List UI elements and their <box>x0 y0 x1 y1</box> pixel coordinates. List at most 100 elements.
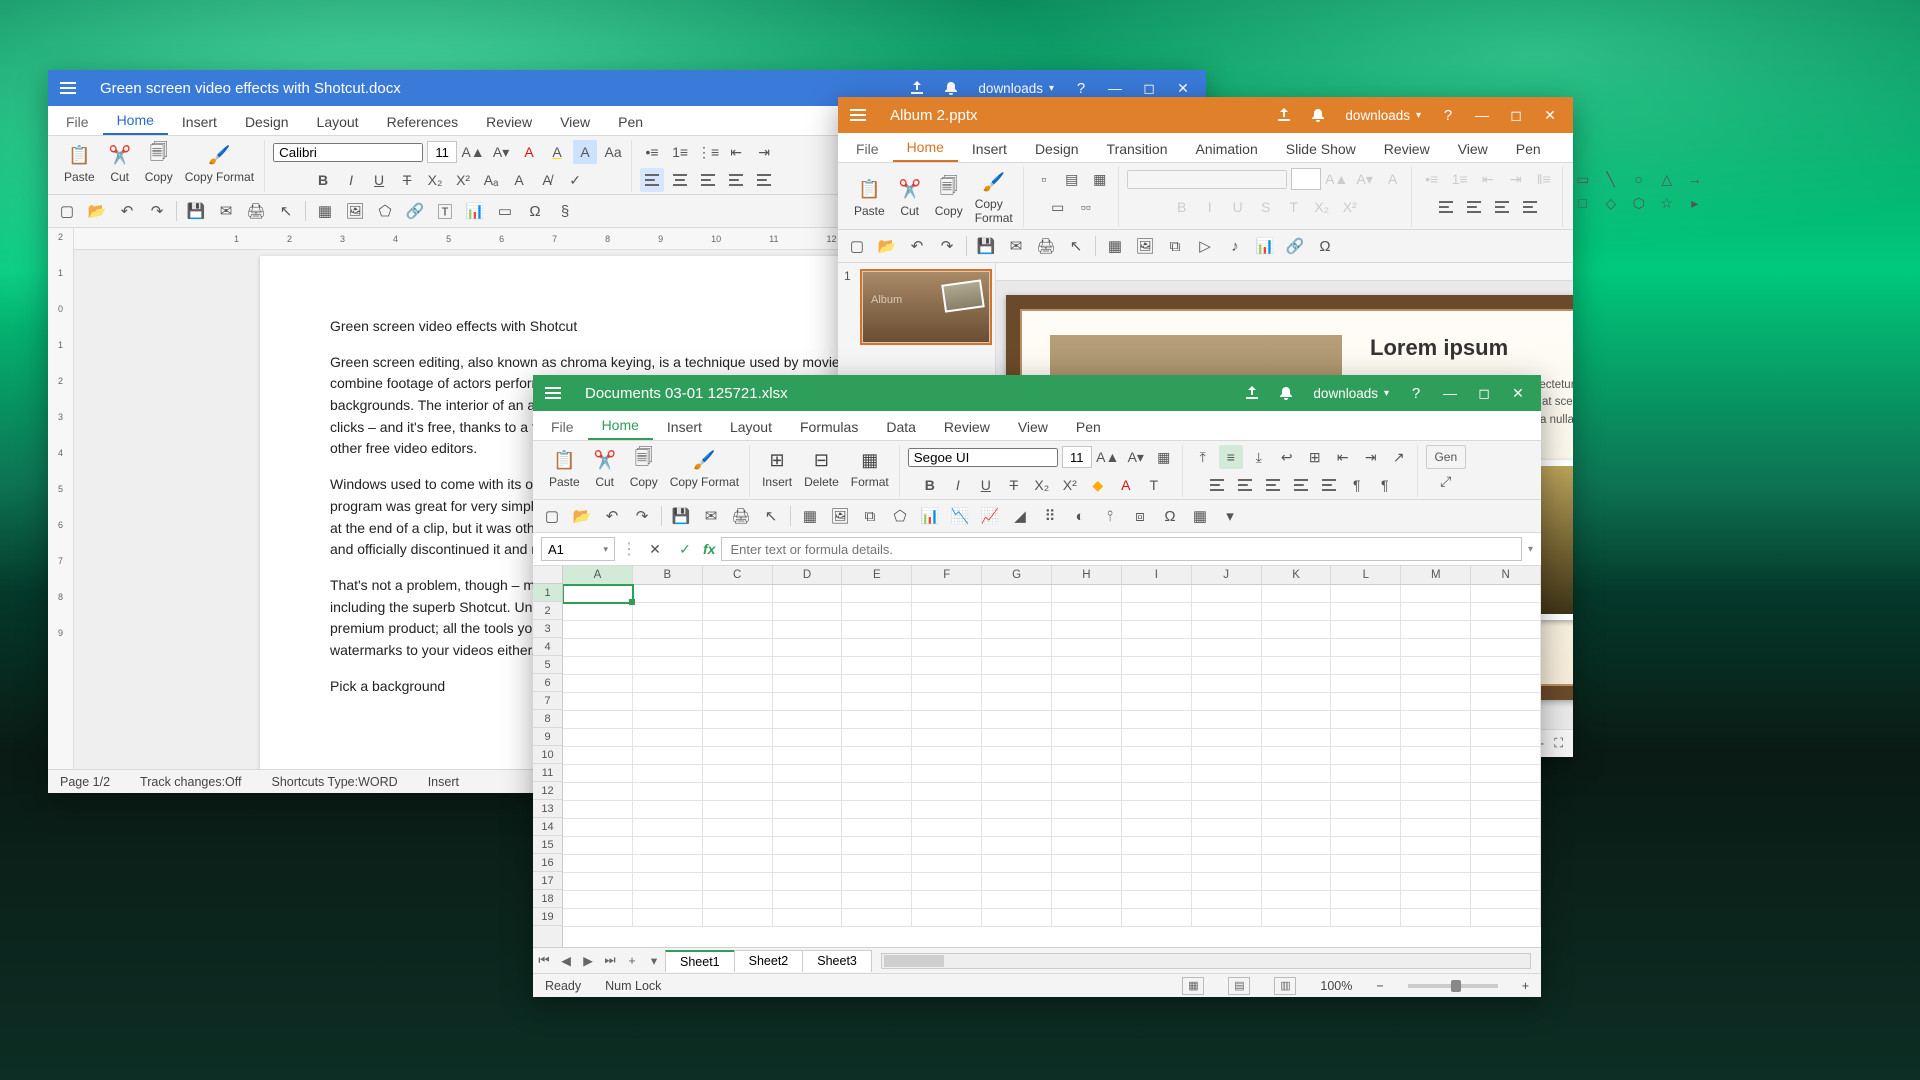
cell[interactable] <box>633 657 703 675</box>
save-icon[interactable]: 💾 <box>183 198 209 224</box>
cut-button[interactable]: ✂️Cut <box>588 445 622 491</box>
cell[interactable] <box>1192 837 1262 855</box>
cell[interactable] <box>1262 909 1332 927</box>
clear-formatting-button[interactable]: A̸ <box>535 168 559 192</box>
chart-icon[interactable]: 📊 <box>1252 233 1278 259</box>
cell[interactable] <box>1401 585 1471 603</box>
slide-thumbnail-1[interactable]: 1 Album <box>848 271 985 343</box>
redo-icon[interactable]: ↷ <box>144 198 170 224</box>
italic-button[interactable]: I <box>946 473 970 497</box>
cell[interactable] <box>1052 639 1122 657</box>
cell[interactable] <box>1331 873 1401 891</box>
cell[interactable] <box>1122 873 1192 891</box>
cell[interactable] <box>1471 855 1541 873</box>
cell[interactable] <box>1471 621 1541 639</box>
wrap-text-button[interactable]: ↩ <box>1275 445 1299 469</box>
cell[interactable] <box>1331 765 1401 783</box>
page-break-view-button[interactable]: ▥ <box>1274 977 1296 995</box>
open-icon[interactable]: 📂 <box>874 233 900 259</box>
col-header-E[interactable]: E <box>842 566 912 584</box>
shape-hex-icon[interactable]: ⬡ <box>1627 191 1651 215</box>
downloads-menu[interactable]: downloads▾ <box>1303 386 1399 401</box>
track-changes-indicator[interactable]: Track changes:Off <box>140 775 241 789</box>
cell[interactable] <box>633 765 703 783</box>
tab-insert[interactable]: Insert <box>168 108 231 135</box>
align-left-button[interactable] <box>640 168 664 192</box>
tab-design[interactable]: Design <box>1021 135 1093 162</box>
cell[interactable] <box>1262 693 1332 711</box>
horizontal-scrollbar[interactable] <box>881 953 1531 969</box>
shape-diamond-icon[interactable]: ◇ <box>1599 191 1623 215</box>
cell[interactable] <box>563 585 633 603</box>
cell[interactable] <box>842 585 912 603</box>
link-icon[interactable]: 🔗 <box>1282 233 1308 259</box>
tab-insert[interactable]: Insert <box>653 413 716 440</box>
insert-mode-indicator[interactable]: Insert <box>428 775 459 789</box>
cell[interactable] <box>912 639 982 657</box>
row-header-4[interactable]: 4 <box>533 638 562 656</box>
cell[interactable] <box>1192 693 1262 711</box>
cell[interactable] <box>1331 675 1401 693</box>
cell[interactable] <box>1331 783 1401 801</box>
cell[interactable] <box>1262 819 1332 837</box>
col-header-D[interactable]: D <box>773 566 843 584</box>
tab-insert[interactable]: Insert <box>958 135 1021 162</box>
cell[interactable] <box>1052 747 1122 765</box>
cell[interactable] <box>1401 801 1471 819</box>
cell[interactable] <box>842 855 912 873</box>
align-middle-button[interactable]: ≡ <box>1219 445 1243 469</box>
indent-inc-button[interactable]: ⇥ <box>1359 445 1383 469</box>
chart-bar-icon[interactable]: 📉 <box>947 503 973 529</box>
cell[interactable] <box>1052 585 1122 603</box>
copy-button[interactable]: 🗐Copy <box>141 140 177 186</box>
chart-icon[interactable]: 📊 <box>462 198 488 224</box>
cell[interactable] <box>1401 711 1471 729</box>
row-headers[interactable]: 12345678910111213141516171819 <box>533 566 563 947</box>
cell[interactable] <box>1262 657 1332 675</box>
cell[interactable] <box>912 801 982 819</box>
cell[interactable] <box>563 909 633 927</box>
cell[interactable] <box>563 765 633 783</box>
pivot-icon[interactable]: ▦ <box>1187 503 1213 529</box>
cell[interactable] <box>563 675 633 693</box>
cell[interactable] <box>773 639 843 657</box>
row-header-10[interactable]: 10 <box>533 746 562 764</box>
section-button[interactable]: ▭ <box>1046 195 1070 219</box>
format-text-button[interactable]: T <box>1142 473 1166 497</box>
cell[interactable] <box>1052 783 1122 801</box>
cell[interactable] <box>982 729 1052 747</box>
zoom-slider[interactable] <box>1408 984 1498 988</box>
cell[interactable] <box>982 585 1052 603</box>
tab-view[interactable]: View <box>1004 413 1062 440</box>
cell[interactable] <box>842 693 912 711</box>
new-doc-icon[interactable]: ▢ <box>539 503 565 529</box>
tab-references[interactable]: References <box>373 108 473 135</box>
cell[interactable] <box>703 855 773 873</box>
bullets-button[interactable]: •≡ <box>640 140 664 164</box>
cell[interactable] <box>633 621 703 639</box>
cell[interactable] <box>912 837 982 855</box>
cell[interactable] <box>633 693 703 711</box>
menu-icon[interactable] <box>48 70 88 106</box>
shapes-icon[interactable]: ⬠ <box>372 198 398 224</box>
cell[interactable] <box>773 855 843 873</box>
row-header-8[interactable]: 8 <box>533 710 562 728</box>
cell[interactable] <box>773 657 843 675</box>
tab-data[interactable]: Data <box>872 413 930 440</box>
undo-icon[interactable]: ↶ <box>114 198 140 224</box>
cell[interactable] <box>1471 657 1541 675</box>
col-header-B[interactable]: B <box>633 566 703 584</box>
cell[interactable] <box>703 747 773 765</box>
cell[interactable] <box>773 909 843 927</box>
cell[interactable] <box>1471 801 1541 819</box>
indent-dec-button[interactable]: ⇤ <box>1331 445 1355 469</box>
cell[interactable] <box>1192 747 1262 765</box>
cell[interactable] <box>982 891 1052 909</box>
strike-button[interactable]: T <box>1002 473 1026 497</box>
tab-review[interactable]: Review <box>930 413 1004 440</box>
print-icon[interactable]: 🖨 <box>243 198 269 224</box>
align-left-button[interactable] <box>1205 473 1229 497</box>
shape-square-icon[interactable]: □ <box>1571 191 1595 215</box>
font-name-select[interactable] <box>273 143 423 162</box>
align-center-button[interactable] <box>668 168 692 192</box>
